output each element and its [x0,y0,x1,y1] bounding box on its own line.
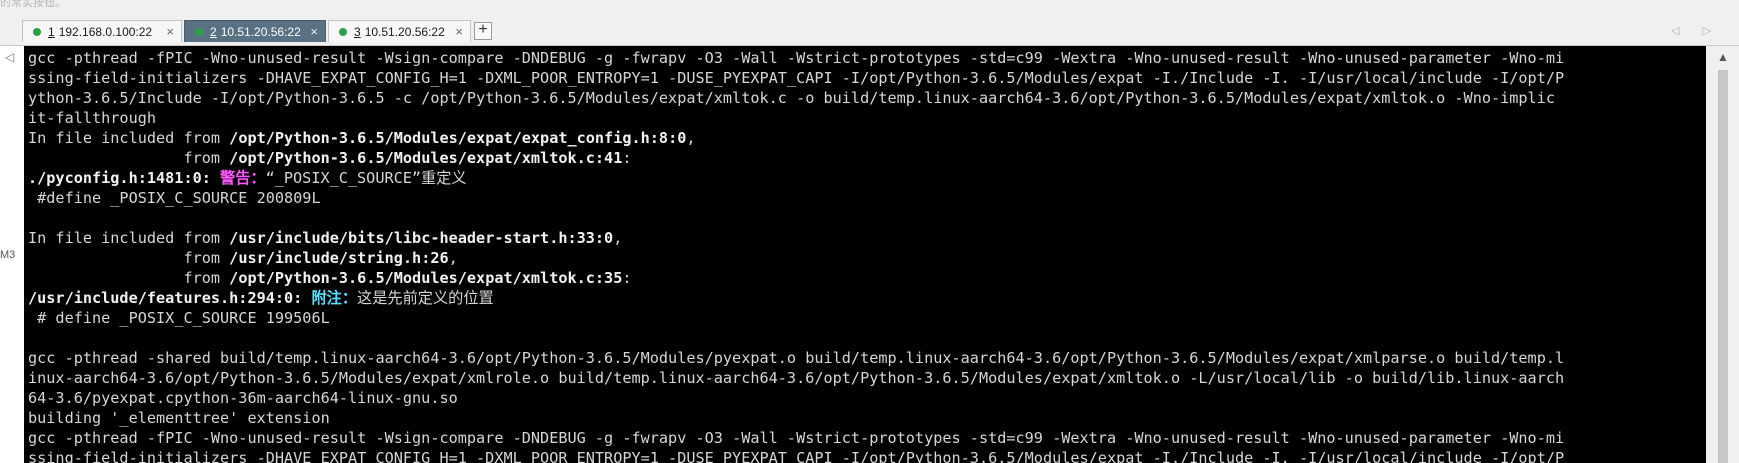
terminal-text: /opt/Python-3.6.5/Modules/expat/xmltok.c… [229,149,623,167]
terminal-text: ython-3.6.5/Include -I/opt/Python-3.6.5 … [28,89,1555,107]
connected-status-icon [195,27,203,36]
terminal-text: : [622,269,632,287]
terminal-line: 64-3.6/pyexpat.cpython-36m-aarch64-linux… [28,388,1703,408]
note-label: 附注： [311,289,358,307]
session-tab-3[interactable]: 3 10.51.20.56:22 × [328,20,471,42]
tab-scroll-arrows[interactable]: ◁ ▷ [1671,24,1721,37]
terminal-text: “_POSIX_C_SOURCE”重定义 [265,169,467,187]
close-tab-icon[interactable]: × [166,24,174,39]
top-hint-text: 的常实按钮。 [0,0,66,9]
terminal-text: from [28,249,230,267]
terminal-text: , [448,249,458,267]
terminal-output[interactable]: gcc -pthread -fPIC -Wno-unused-result -W… [24,46,1706,463]
add-tab-button[interactable]: + [474,22,492,40]
terminal-line: from /opt/Python-3.6.5/Modules/expat/xml… [28,148,1703,168]
terminal-line: ./pyconfig.h:1481:0: 警告：“_POSIX_C_SOURCE… [28,168,1703,188]
terminal-text: it-fallthrough [28,109,157,127]
terminal-text: , [686,129,696,147]
session-tab-1[interactable]: 1 192.168.0.100:22 × [22,20,182,42]
terminal-text: ./pyconfig.h:1481:0: [28,169,211,187]
terminal-line: building '_elementtree' extension [28,408,1703,428]
terminal-text: ssing-field-initializers -DHAVE_EXPAT_CO… [28,69,1565,87]
terminal-text: /usr/include/bits/libc-header-start.h:33… [229,229,614,247]
terminal-text: gcc -pthread -fPIC -Wno-unused-result -W… [28,49,1565,67]
terminal-line: gcc -pthread -shared build/temp.linux-aa… [28,348,1703,368]
terminal-text: , [613,229,623,247]
terminal-line: #define _POSIX_C_SOURCE 200809L [28,188,1703,208]
terminal-line: gcc -pthread -fPIC -Wno-unused-result -W… [28,428,1703,448]
left-arrow-icon[interactable]: ◁ [5,50,14,64]
terminal-text: : [622,149,632,167]
terminal-text: #define _POSIX_C_SOURCE 200809L [28,189,321,207]
terminal-text: from [28,269,230,287]
session-tab-bar: 1 192.168.0.100:22 × 2 10.51.20.56:22 × … [0,18,1739,46]
tab-host-label: 192.168.0.100:22 [58,24,153,39]
tab-number: 3 [354,24,361,39]
close-tab-icon[interactable]: × [455,24,463,39]
left-gutter: ◁ M3 [0,46,24,463]
terminal-line: /usr/include/features.h:294:0: 附注：这是先前定义… [28,288,1703,308]
tab-number: 2 [210,24,217,39]
gutter-label: M3 [0,249,16,261]
terminal-text: inux-aarch64-3.6/opt/Python-3.6.5/Module… [28,369,1565,387]
terminal-line: # define _POSIX_C_SOURCE 199506L [28,308,1703,328]
terminal-line: ython-3.6.5/Include -I/opt/Python-3.6.5 … [28,88,1703,108]
terminal-text: 64-3.6/pyexpat.cpython-36m-aarch64-linux… [28,389,458,407]
tab-number: 1 [48,24,55,39]
terminal-line: from /opt/Python-3.6.5/Modules/expat/xml… [28,268,1703,288]
warning-label: 警告： [220,169,266,187]
scroll-up-icon[interactable]: ▲ [1717,50,1729,64]
connected-status-icon [33,27,41,36]
connected-status-icon [339,27,347,36]
terminal-text: 这是先前定义的位置 [357,289,494,307]
scrollbar-thumb[interactable] [1718,70,1728,463]
terminal-line: gcc -pthread -fPIC -Wno-unused-result -W… [28,48,1703,68]
terminal-text: building '_elementtree' extension [28,409,330,427]
terminal-line: In file included from /usr/include/bits/… [28,228,1703,248]
terminal-line: from /usr/include/string.h:26, [28,248,1703,268]
terminal-text: /opt/Python-3.6.5/Modules/expat/expat_co… [229,129,687,147]
vertical-scrollbar[interactable]: ▲ [1706,46,1739,463]
terminal-text: In file included from [28,229,230,247]
terminal-text: gcc -pthread -shared build/temp.linux-aa… [28,349,1565,367]
terminal-text: In file included from [28,129,230,147]
tab-host-label: 10.51.20.56:22 [220,24,301,39]
terminal-text: # define _POSIX_C_SOURCE 199506L [28,309,330,327]
session-tab-2[interactable]: 2 10.51.20.56:22 × [184,20,326,42]
terminal-line: it-fallthrough [28,108,1703,128]
close-tab-icon[interactable]: × [310,24,318,39]
terminal-text: /opt/Python-3.6.5/Modules/expat/xmltok.c… [229,269,623,287]
terminal-line: In file included from /opt/Python-3.6.5/… [28,128,1703,148]
terminal-text: from [28,149,230,167]
terminal-text: /usr/include/features.h:294:0: [28,289,303,307]
tab-host-label: 10.51.20.56:22 [364,24,445,39]
terminal-text: ssing-field-initializers -DHAVE_EXPAT_CO… [28,449,1565,463]
terminal-line: ssing-field-initializers -DHAVE_EXPAT_CO… [28,448,1703,463]
terminal-line: ssing-field-initializers -DHAVE_EXPAT_CO… [28,68,1703,88]
terminal-text: gcc -pthread -fPIC -Wno-unused-result -W… [28,429,1565,447]
terminal-line: inux-aarch64-3.6/opt/Python-3.6.5/Module… [28,368,1703,388]
terminal-text: /usr/include/string.h:26 [229,249,449,267]
